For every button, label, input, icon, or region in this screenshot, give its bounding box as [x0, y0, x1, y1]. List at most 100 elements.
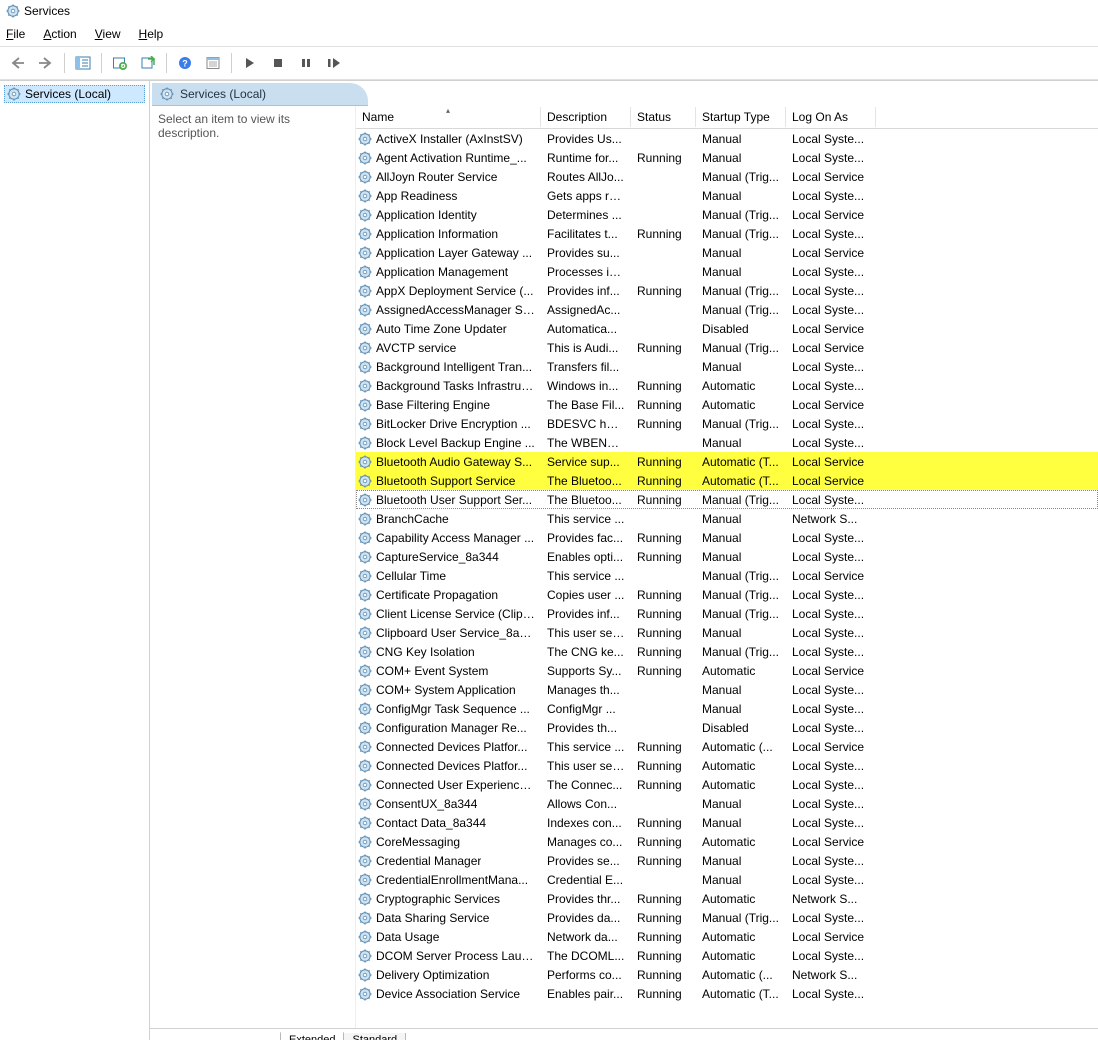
- service-row[interactable]: Delivery OptimizationPerforms co...Runni…: [356, 965, 1098, 984]
- col-name[interactable]: Name ▴: [356, 107, 541, 127]
- service-row[interactable]: Base Filtering EngineThe Base Fil...Runn…: [356, 395, 1098, 414]
- service-row[interactable]: ConfigMgr Task Sequence ...ConfigMgr ...…: [356, 699, 1098, 718]
- service-name: CNG Key Isolation: [376, 645, 475, 659]
- service-row[interactable]: Capability Access Manager ...Provides fa…: [356, 528, 1098, 547]
- service-startup: Automatic (...: [696, 968, 786, 982]
- service-row[interactable]: COM+ System ApplicationManages th...Manu…: [356, 680, 1098, 699]
- service-startup: Disabled: [696, 322, 786, 336]
- service-row[interactable]: Connected Devices Platfor...This user se…: [356, 756, 1098, 775]
- col-logon[interactable]: Log On As: [786, 107, 876, 127]
- service-row[interactable]: COM+ Event SystemSupports Sy...RunningAu…: [356, 661, 1098, 680]
- list-body[interactable]: ActiveX Installer (AxInstSV)Provides Us.…: [356, 129, 1098, 1028]
- service-row[interactable]: DCOM Server Process Laun...The DCOML...R…: [356, 946, 1098, 965]
- service-row[interactable]: Cellular TimeThis service ...Manual (Tri…: [356, 566, 1098, 585]
- service-row[interactable]: ConsentUX_8a344Allows Con...ManualLocal …: [356, 794, 1098, 813]
- service-row[interactable]: Auto Time Zone UpdaterAutomatica...Disab…: [356, 319, 1098, 338]
- start-service-button[interactable]: [238, 51, 262, 75]
- tab-standard[interactable]: Standard: [343, 1033, 406, 1040]
- service-row[interactable]: Data Sharing ServiceProvides da...Runnin…: [356, 908, 1098, 927]
- service-startup: Automatic: [696, 664, 786, 678]
- service-row[interactable]: Device Association ServiceEnables pair..…: [356, 984, 1098, 1003]
- service-row[interactable]: Bluetooth Audio Gateway S...Service sup.…: [356, 452, 1098, 471]
- service-row[interactable]: CoreMessagingManages co...RunningAutomat…: [356, 832, 1098, 851]
- gear-icon: [358, 246, 372, 260]
- service-row[interactable]: Agent Activation Runtime_...Runtime for.…: [356, 148, 1098, 167]
- service-row[interactable]: Clipboard User Service_8a344This user se…: [356, 623, 1098, 642]
- col-startup[interactable]: Startup Type: [696, 107, 786, 127]
- service-row[interactable]: CaptureService_8a344Enables opti...Runni…: [356, 547, 1098, 566]
- service-row[interactable]: Cryptographic ServicesProvides thr...Run…: [356, 889, 1098, 908]
- service-name: Cryptographic Services: [376, 892, 500, 906]
- service-desc: Runtime for...: [541, 151, 631, 165]
- help-button[interactable]: ?: [173, 51, 197, 75]
- service-row[interactable]: Contact Data_8a344Indexes con...RunningM…: [356, 813, 1098, 832]
- forward-button[interactable]: [34, 51, 58, 75]
- service-row[interactable]: BranchCacheThis service ...ManualNetwork…: [356, 509, 1098, 528]
- service-desc: This user ser...: [541, 626, 631, 640]
- service-row[interactable]: Configuration Manager Re...Provides th..…: [356, 718, 1098, 737]
- service-row[interactable]: Application ManagementProcesses in...Man…: [356, 262, 1098, 281]
- service-row[interactable]: Client License Service (ClipS...Provides…: [356, 604, 1098, 623]
- properties-button[interactable]: [201, 51, 225, 75]
- refresh-all-button[interactable]: [108, 51, 132, 75]
- service-logon: Network S...: [786, 512, 876, 526]
- service-name-cell: Device Association Service: [356, 987, 541, 1001]
- service-logon: Network S...: [786, 892, 876, 906]
- separator: [231, 53, 232, 73]
- service-startup: Automatic (...: [696, 740, 786, 754]
- service-row[interactable]: App ReadinessGets apps re...ManualLocal …: [356, 186, 1098, 205]
- service-row[interactable]: Block Level Backup Engine ...The WBENG..…: [356, 433, 1098, 452]
- menu-view[interactable]: View: [95, 27, 121, 41]
- restart-service-button[interactable]: [322, 51, 346, 75]
- gear-icon: [358, 740, 372, 754]
- pause-service-button[interactable]: [294, 51, 318, 75]
- service-name-cell: Client License Service (ClipS...: [356, 607, 541, 621]
- gear-icon: [358, 493, 372, 507]
- service-row[interactable]: AVCTP serviceThis is Audi...RunningManua…: [356, 338, 1098, 357]
- service-row[interactable]: Background Intelligent Tran...Transfers …: [356, 357, 1098, 376]
- show-hide-tree-button[interactable]: [71, 51, 95, 75]
- service-name: BranchCache: [376, 512, 449, 526]
- service-desc: Allows Con...: [541, 797, 631, 811]
- service-row[interactable]: AllJoyn Router ServiceRoutes AllJo...Man…: [356, 167, 1098, 186]
- col-description[interactable]: Description: [541, 107, 631, 127]
- tree-item-services-local[interactable]: Services (Local): [4, 85, 145, 103]
- service-row[interactable]: Background Tasks Infrastruc...Windows in…: [356, 376, 1098, 395]
- service-logon: Local Syste...: [786, 284, 876, 298]
- service-row[interactable]: Application Layer Gateway ...Provides su…: [356, 243, 1098, 262]
- separator: [101, 53, 102, 73]
- service-row[interactable]: Application InformationFacilitates t...R…: [356, 224, 1098, 243]
- service-startup: Manual (Trig...: [696, 911, 786, 925]
- menu-help[interactable]: Help: [139, 27, 164, 41]
- service-row[interactable]: Application IdentityDetermines ...Manual…: [356, 205, 1098, 224]
- menu-action[interactable]: Action: [43, 27, 76, 41]
- service-row[interactable]: AssignedAccessManager Se...AssignedAc...…: [356, 300, 1098, 319]
- service-name: Background Tasks Infrastruc...: [376, 379, 535, 393]
- menu-file[interactable]: File: [6, 27, 25, 41]
- service-row[interactable]: CredentialEnrollmentMana...Credential E.…: [356, 870, 1098, 889]
- stop-service-button[interactable]: [266, 51, 290, 75]
- service-row[interactable]: Data UsageNetwork da...RunningAutomaticL…: [356, 927, 1098, 946]
- service-row[interactable]: Connected Devices Platfor...This service…: [356, 737, 1098, 756]
- service-startup: Automatic: [696, 398, 786, 412]
- service-row[interactable]: Bluetooth Support ServiceThe Bluetoo...R…: [356, 471, 1098, 490]
- col-status[interactable]: Status: [631, 107, 696, 127]
- service-row[interactable]: Connected User Experience...The Connec..…: [356, 775, 1098, 794]
- service-desc: Service sup...: [541, 455, 631, 469]
- service-row[interactable]: BitLocker Drive Encryption ...BDESVC hos…: [356, 414, 1098, 433]
- service-row[interactable]: Credential ManagerProvides se...RunningM…: [356, 851, 1098, 870]
- service-name-cell: Configuration Manager Re...: [356, 721, 541, 735]
- gear-icon: [358, 512, 372, 526]
- gear-icon: [358, 797, 372, 811]
- service-row[interactable]: Certificate PropagationCopies user ...Ru…: [356, 585, 1098, 604]
- tab-extended[interactable]: Extended: [280, 1032, 344, 1040]
- service-row[interactable]: CNG Key IsolationThe CNG ke...RunningMan…: [356, 642, 1098, 661]
- service-row[interactable]: Bluetooth User Support Ser...The Bluetoo…: [356, 490, 1098, 509]
- service-name-cell: Application Management: [356, 265, 541, 279]
- export-button[interactable]: [136, 51, 160, 75]
- service-row[interactable]: ActiveX Installer (AxInstSV)Provides Us.…: [356, 129, 1098, 148]
- gear-icon: [358, 721, 372, 735]
- gear-icon: [358, 968, 372, 982]
- back-button[interactable]: [6, 51, 30, 75]
- service-row[interactable]: AppX Deployment Service (...Provides inf…: [356, 281, 1098, 300]
